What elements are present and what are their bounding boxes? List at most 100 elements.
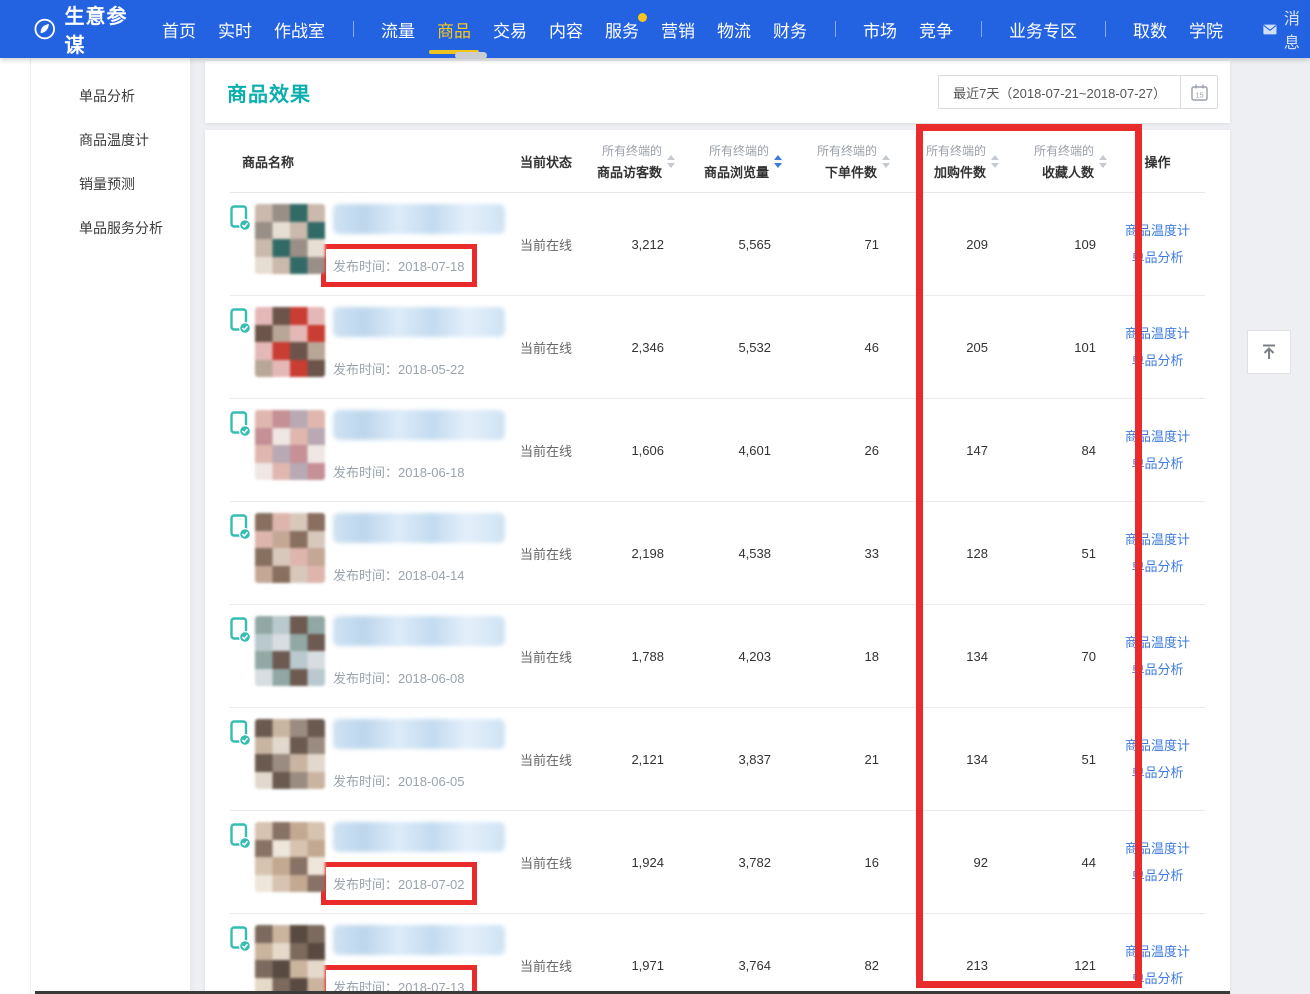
table-row: 发布时间：2018-06-05 当前在线 2,121 3,837 21 134 … (230, 707, 1205, 810)
nav-item[interactable]: 商品 (437, 0, 471, 58)
action-link-item-analysis[interactable]: 单品分析 (1110, 244, 1205, 271)
product-image[interactable] (255, 616, 325, 686)
product-image[interactable] (255, 719, 325, 789)
action-link-thermometer[interactable]: 商品温度计 (1110, 732, 1205, 759)
action-link-item-analysis[interactable]: 单品分析 (1110, 553, 1205, 580)
col-header-metric[interactable]: 所有终端的 收藏人数 (1002, 142, 1110, 181)
nav-item[interactable]: 竞争 (919, 0, 953, 58)
table-row: 发布时间：2018-07-13 当前在线 1,971 3,764 82 213 … (230, 913, 1205, 994)
product-title-blurred[interactable] (333, 410, 505, 440)
product-title-blurred[interactable] (333, 204, 505, 234)
favorites-cell: 51 (1002, 752, 1110, 767)
action-link-thermometer[interactable]: 商品温度计 (1110, 320, 1205, 347)
publish-time-line: 发布时间：2018-06-08 (333, 668, 505, 687)
product-image[interactable] (255, 822, 325, 892)
mobile-verified-icon (230, 411, 252, 438)
action-link-item-analysis[interactable]: 单品分析 (1110, 450, 1205, 477)
nav-item[interactable]: 财务 (773, 0, 807, 58)
publish-time-line: 发布时间：2018-07-18 (333, 256, 505, 275)
visitors-cell: 2,346 (588, 340, 678, 355)
action-link-thermometer[interactable]: 商品温度计 (1110, 423, 1205, 450)
messages-label: 消息 (1284, 5, 1310, 53)
products-table: 商品名称 当前状态 所有终端的 商品访客数 所有终端的 商品浏览量 (205, 130, 1230, 994)
nav-item[interactable]: 营销 (661, 0, 695, 58)
col-header-metric[interactable]: 所有终端的 商品访客数 (588, 142, 678, 181)
sort-arrows-icon[interactable] (991, 155, 1000, 168)
date-range-picker[interactable]: 最近7天（2018-07-21~2018-07-27） 15 (938, 75, 1218, 109)
nav-item[interactable]: 首页 (162, 0, 196, 58)
nav-item-label: 服务 (605, 17, 639, 42)
sidebar-item[interactable]: 单品分析 (31, 74, 190, 118)
status-cell: 当前在线 (510, 441, 588, 460)
sort-arrows-icon[interactable] (882, 155, 891, 168)
sort-arrows-icon[interactable] (667, 155, 676, 168)
col-header-product-name: 商品名称 (230, 152, 510, 171)
nav-item[interactable]: 作战室 (274, 0, 325, 58)
sidebar-item[interactable]: 商品温度计 (31, 118, 190, 162)
calendar-button[interactable]: 15 (1181, 76, 1217, 108)
col-header-metric[interactable]: 所有终端的 加购件数 (893, 142, 1002, 181)
action-link-thermometer[interactable]: 商品温度计 (1110, 629, 1205, 656)
sort-arrows-icon[interactable] (1099, 155, 1108, 168)
action-link-thermometer[interactable]: 商品温度计 (1110, 217, 1205, 244)
nav-item[interactable]: 内容 (549, 0, 583, 58)
nav-item[interactable]: 流量 (381, 0, 415, 58)
publish-time: 发布时间：2018-06-18 (333, 462, 465, 481)
nav-item[interactable]: 市场 (863, 0, 897, 58)
action-link-thermometer[interactable]: 商品温度计 (1110, 526, 1205, 553)
nav-item[interactable]: 取数 (1133, 0, 1167, 58)
sort-arrows-icon[interactable] (774, 155, 783, 168)
sidebar-item[interactable]: 销量预测 (31, 162, 190, 206)
cart-adds-cell: 209 (893, 237, 1002, 252)
nav-item-label: 学院 (1189, 17, 1223, 42)
calendar-icon: 15 (1190, 83, 1209, 102)
cart-adds-cell: 134 (893, 752, 1002, 767)
product-image[interactable] (255, 410, 325, 480)
cart-adds-cell: 213 (893, 958, 1002, 973)
nav-item[interactable]: 实时 (218, 0, 252, 58)
status-cell: 当前在线 (510, 750, 588, 769)
nav-item[interactable]: 交易 (493, 0, 527, 58)
action-link-thermometer[interactable]: 商品温度计 (1110, 938, 1205, 965)
col-header-metric-label: 所有终端的 下单件数 (817, 142, 877, 181)
action-link-item-analysis[interactable]: 单品分析 (1110, 965, 1205, 992)
nav-item-label: 商品 (437, 17, 471, 42)
nav-item-label: 营销 (661, 17, 695, 42)
product-title-blurred[interactable] (333, 513, 505, 543)
product-title-blurred[interactable] (333, 925, 505, 955)
sidebar: 单品分析 商品温度计 销量预测 单品服务分析 (30, 58, 190, 994)
product-title-blurred[interactable] (333, 616, 505, 646)
action-link-item-analysis[interactable]: 单品分析 (1110, 759, 1205, 786)
scrollbar-thumb[interactable] (455, 52, 487, 59)
publish-time: 发布时间：2018-07-02 (333, 874, 465, 893)
logo[interactable]: 生意参谋 (34, 0, 134, 58)
orders-cell: 33 (785, 546, 893, 561)
col-header-metric[interactable]: 所有终端的 商品浏览量 (678, 142, 785, 181)
action-link-item-analysis[interactable]: 单品分析 (1110, 347, 1205, 374)
nav-item[interactable]: 服务 (605, 0, 639, 58)
back-to-top-button[interactable] (1247, 330, 1291, 374)
product-image[interactable] (255, 307, 325, 377)
product-title-blurred[interactable] (333, 719, 505, 749)
nav-item-label: 首页 (162, 17, 196, 42)
action-link-item-analysis[interactable]: 单品分析 (1110, 656, 1205, 683)
nav-item-label: 作战室 (274, 17, 325, 42)
back-to-top-icon (1259, 342, 1279, 362)
action-link-thermometer[interactable]: 商品温度计 (1110, 835, 1205, 862)
product-title-blurred[interactable] (333, 307, 505, 337)
favorites-cell: 121 (1002, 958, 1110, 973)
col-header-metric[interactable]: 所有终端的 下单件数 (785, 142, 893, 181)
product-title-blurred[interactable] (333, 822, 505, 852)
nav-item[interactable]: 学院 (1189, 0, 1223, 58)
product-name-cell: 发布时间：2018-06-08 (230, 605, 510, 707)
calendar-day-number: 15 (1195, 90, 1203, 99)
nav-item[interactable]: 物流 (717, 0, 751, 58)
action-link-item-analysis[interactable]: 单品分析 (1110, 862, 1205, 889)
sidebar-item[interactable]: 单品服务分析 (31, 206, 190, 250)
product-image[interactable] (255, 925, 325, 994)
status-cell: 当前在线 (510, 956, 588, 975)
nav-messages[interactable]: 消息 (1263, 0, 1310, 58)
product-image[interactable] (255, 204, 325, 274)
product-image[interactable] (255, 513, 325, 583)
nav-item[interactable]: 业务专区 (1009, 0, 1077, 58)
